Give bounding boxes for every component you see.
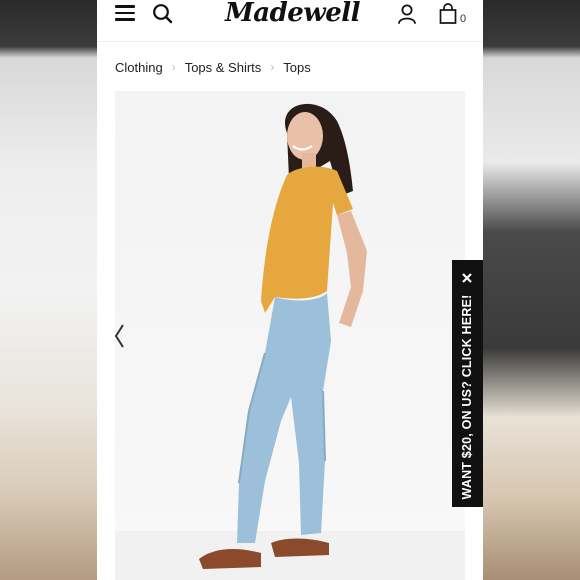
chevron-right-icon: › xyxy=(270,60,275,74)
breadcrumb-tops[interactable]: Tops xyxy=(283,60,310,75)
product-image[interactable] xyxy=(115,91,465,580)
promo-text[interactable]: WANT $20, ON US? CLICK HERE! xyxy=(460,295,474,500)
model-photo xyxy=(115,103,465,580)
bag-count: 0 xyxy=(460,13,467,25)
close-icon[interactable] xyxy=(461,272,473,284)
brand-logo[interactable]: Madewell xyxy=(225,0,361,32)
chevron-left-icon[interactable] xyxy=(115,323,127,349)
bag-icon[interactable] xyxy=(439,3,457,25)
search-icon[interactable] xyxy=(152,3,174,25)
breadcrumb-clothing[interactable]: Clothing xyxy=(115,60,163,75)
site-header: Madewell 0 xyxy=(97,0,483,42)
blurred-background-left xyxy=(0,0,97,580)
blurred-background-right xyxy=(483,0,580,580)
chevron-right-icon: › xyxy=(171,60,176,74)
promo-tab[interactable]: WANT $20, ON US? CLICK HERE! xyxy=(452,260,483,507)
product-page: Madewell 0 Clothing › Tops & Shirts › To… xyxy=(97,0,483,580)
account-icon[interactable] xyxy=(397,3,417,25)
breadcrumb-tops-shirts[interactable]: Tops & Shirts xyxy=(185,60,262,75)
menu-icon[interactable] xyxy=(115,4,135,22)
breadcrumb: Clothing › Tops & Shirts › Tops xyxy=(115,58,311,76)
